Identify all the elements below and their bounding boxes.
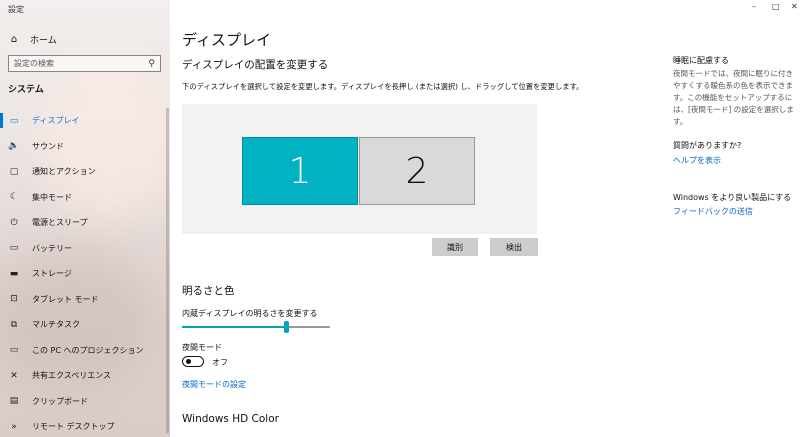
identify-button[interactable]: 識別 xyxy=(432,238,478,256)
sidebar-item-label: 共有エクスペリエンス xyxy=(32,371,112,381)
sidebar-item-label: 通知とアクション xyxy=(32,167,96,177)
home-link[interactable]: ⌂ ホーム xyxy=(8,31,57,47)
speaker-icon: 🔈 xyxy=(8,141,20,152)
sidebar-item-label: この PC へのプロジェクション xyxy=(32,345,144,355)
display-arrangement-area[interactable]: 1 2 xyxy=(182,104,537,234)
feedback-link[interactable]: フィードバックの送信 xyxy=(673,206,753,217)
sidebar-item[interactable]: ▤ クリップボード xyxy=(0,389,170,415)
sidebar-item[interactable]: ▢ 通知とアクション xyxy=(0,159,170,185)
moon-icon: ☾ xyxy=(9,192,19,203)
sidebar-item[interactable]: ⧉ マルチタスク xyxy=(0,312,170,338)
projection-icon: ▭ xyxy=(9,345,19,356)
home-label: ホーム xyxy=(30,35,57,46)
sidebar-item-label: 電源とスリープ xyxy=(32,218,88,228)
question-heading: 質問がありますか? xyxy=(673,141,742,150)
sidebar-item-label: マルチタスク xyxy=(32,320,80,330)
sidebar-item[interactable]: » リモート デスクトップ xyxy=(0,414,170,437)
sidebar-item[interactable]: ⏻ 電源とスリープ xyxy=(0,210,170,236)
clipboard-icon: ▤ xyxy=(9,396,19,407)
night-mode-label: 夜間モード xyxy=(182,343,222,352)
sidebar-item-label: リモート デスクトップ xyxy=(32,422,115,432)
night-mode-toggle[interactable] xyxy=(182,356,204,367)
page-title: ディスプレイ xyxy=(182,31,271,49)
sidebar-item[interactable]: ▬ ストレージ xyxy=(0,261,170,287)
detect-button[interactable]: 検出 xyxy=(490,238,538,256)
sidebar: 設定 ⌂ ホーム 設定の検索 ⚲ システム ▭ ディスプレイ 🔈 サウンド ▢ 通知とアク… xyxy=(0,0,170,437)
toggle-knob xyxy=(185,358,191,364)
search-placeholder: 設定の検索 xyxy=(14,59,54,68)
sidebar-item-label: ディスプレイ xyxy=(32,116,80,126)
sidebar-item[interactable]: ☾ 集中モード xyxy=(0,185,170,211)
main-content: ディスプレイ ディスプレイの配置を変更する 下のディスプレイを選択して設定を変更… xyxy=(182,0,652,437)
storage-icon: ▬ xyxy=(9,268,19,279)
sidebar-nav: ▭ ディスプレイ 🔈 サウンド ▢ 通知とアクション ☾ 集中モード ⏻ 電源とスリープ ▭ バッテリ… xyxy=(0,108,170,437)
hd-color-heading: Windows HD Color xyxy=(182,413,279,425)
sidebar-item-label: バッテリー xyxy=(32,243,72,253)
sidebar-item[interactable]: ⊡ タブレット モード xyxy=(0,287,170,313)
window-title: 設定 xyxy=(8,5,24,14)
slider-fill xyxy=(182,326,286,328)
section-label: システム xyxy=(8,85,44,95)
search-input[interactable]: 設定の検索 ⚲ xyxy=(8,55,161,72)
sidebar-item-label: タブレット モード xyxy=(32,294,99,304)
brightness-slider[interactable] xyxy=(182,321,330,333)
monitor-icon: ▭ xyxy=(9,115,19,126)
arrange-description: 下のディスプレイを選択して設定を変更します。ディスプレイを長押し (または選択)… xyxy=(182,82,584,91)
sleep-heading: 睡眠に配慮する xyxy=(673,56,729,65)
notification-icon: ▢ xyxy=(9,166,19,177)
monitor-1[interactable]: 1 xyxy=(242,137,358,205)
brightness-label: 内蔵ディスプレイの明るさを変更する xyxy=(182,309,318,318)
sidebar-item[interactable]: 🔈 サウンド xyxy=(0,134,170,160)
search-icon[interactable]: ⚲ xyxy=(148,59,155,69)
sidebar-item[interactable]: ✕ 共有エクスペリエンス xyxy=(0,363,170,389)
sleep-text: 夜間モードでは、夜間に眠りに付きやすくする暖色系の色を表示できます。この機能をセ… xyxy=(673,69,794,126)
power-icon: ⏻ xyxy=(10,217,18,228)
night-mode-state: オフ xyxy=(212,358,228,367)
night-mode-settings-link[interactable]: 夜間モードの設定 xyxy=(182,379,246,390)
monitor-2[interactable]: 2 xyxy=(359,137,475,205)
sidebar-item-label: 集中モード xyxy=(32,192,72,202)
multitask-icon: ⧉ xyxy=(10,319,18,330)
improve-heading: Windows をより良い製品にする xyxy=(673,193,792,202)
sidebar-item-label: ストレージ xyxy=(32,269,72,279)
arrange-heading: ディスプレイの配置を変更する xyxy=(182,59,329,71)
sidebar-item-label: クリップボード xyxy=(32,396,88,406)
brightness-heading: 明るさと色 xyxy=(182,285,235,297)
sidebar-item[interactable]: ▭ バッテリー xyxy=(0,236,170,262)
related-panel: 睡眠に配慮する 夜間モードでは、夜間に眠りに付きやすくする暖色系の色を表示できま… xyxy=(673,0,800,437)
home-icon: ⌂ xyxy=(10,33,18,45)
battery-icon: ▭ xyxy=(9,243,19,254)
sidebar-item[interactable]: ▭ この PC へのプロジェクション xyxy=(0,338,170,364)
slider-thumb[interactable] xyxy=(283,321,289,333)
help-link[interactable]: ヘルプを表示 xyxy=(673,155,721,166)
sidebar-item[interactable]: ▭ ディスプレイ xyxy=(0,108,170,134)
share-icon: ✕ xyxy=(10,370,18,381)
sidebar-item-label: サウンド xyxy=(32,141,64,151)
sidebar-scrollbar[interactable] xyxy=(166,108,169,433)
remote-icon: » xyxy=(11,421,17,432)
tablet-icon: ⊡ xyxy=(10,294,18,305)
